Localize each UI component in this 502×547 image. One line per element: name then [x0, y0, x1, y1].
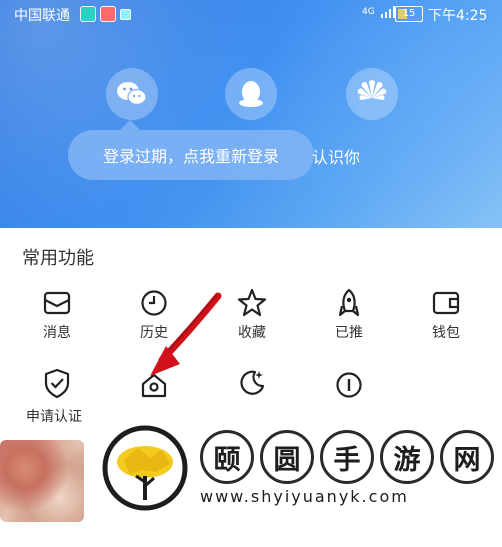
network-type: 4G [362, 7, 375, 17]
blurred-avatar [0, 440, 84, 522]
rocket-icon[interactable] [332, 286, 366, 320]
relogin-tooltip-text: 登录过期，点我重新登录 [102, 147, 279, 166]
red-arrow-annotation [150, 292, 222, 376]
watermark-logo-icon [102, 425, 188, 511]
huawei-icon [357, 80, 387, 101]
shield-notification-icon [120, 9, 131, 20]
wechat-login-button[interactable] [106, 68, 158, 120]
envelope-icon[interactable] [40, 286, 74, 320]
qq-icon [239, 81, 263, 107]
signal-bars-icon [380, 6, 395, 18]
watermark-char: 颐 [200, 430, 254, 484]
carrier-name: 中国联通 [14, 8, 70, 24]
battery-level: 15 [402, 8, 416, 19]
notification-icons [80, 6, 131, 22]
pushed-label[interactable]: 已推 [304, 322, 394, 342]
info-icon[interactable] [332, 368, 366, 402]
battery-icon: 15 [395, 6, 423, 22]
watermark-url: www.shyiyuanyk.com [200, 487, 409, 506]
relogin-tooltip[interactable]: 登录过期，点我重新登录 [68, 120, 314, 180]
wechat-icon [117, 82, 147, 106]
watermark-char: 游 [380, 430, 434, 484]
watermark-char: 圆 [260, 430, 314, 484]
wallet-label[interactable]: 钱包 [401, 322, 491, 342]
huawei-login-button[interactable] [346, 68, 398, 120]
star-icon[interactable] [235, 286, 269, 320]
watermark-char: 手 [320, 430, 374, 484]
shield-check-icon[interactable] [40, 366, 74, 400]
messages-label[interactable]: 消息 [12, 322, 102, 342]
moon-icon[interactable] [235, 364, 269, 398]
header-partial-text: 认识你 [312, 148, 361, 167]
watermark-char: 网 [440, 430, 494, 484]
status-bar: 中国联通 4G 15 下午4:25 [0, 0, 502, 28]
qq-login-button[interactable] [225, 68, 277, 120]
wallet-icon[interactable] [429, 286, 463, 320]
clock: 下午4:25 [428, 8, 488, 24]
signal-indicator: 4G [362, 6, 395, 18]
watermark-title: 颐 圆 手 游 网 [200, 430, 494, 484]
location-notification-icon [100, 6, 116, 22]
app-notification-icon [80, 6, 96, 22]
section-title: 常用功能 [22, 248, 94, 269]
